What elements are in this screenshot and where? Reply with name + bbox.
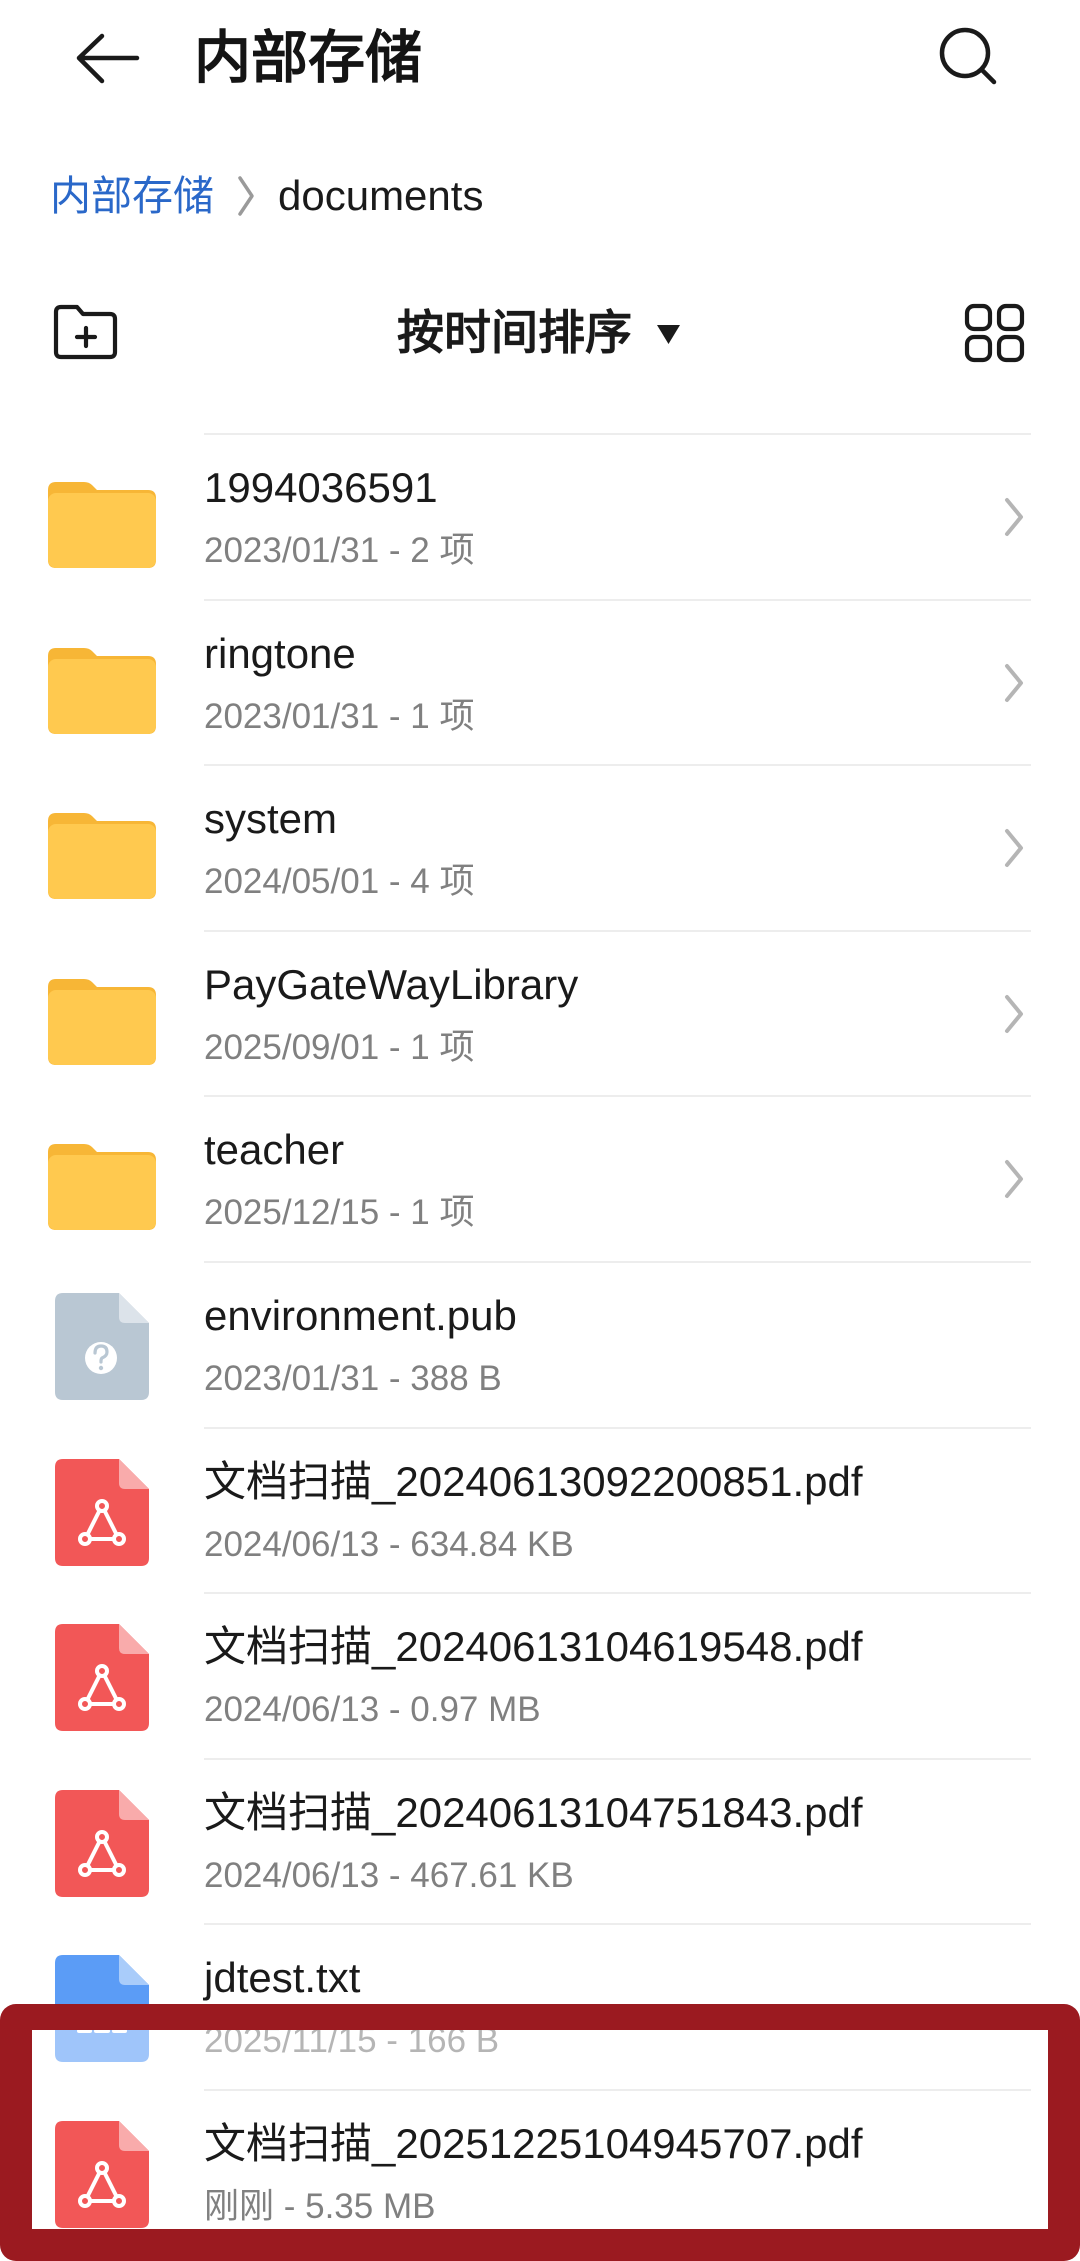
file-name: 文档扫描_20240613092200851.pdf (204, 1457, 863, 1505)
file-name: jdtest.txt (204, 1954, 361, 2002)
file-meta: 2024/06/13 - 467.61 KB (204, 1855, 574, 1895)
file-list: 1994036591 2023/01/31 - 2 项 ringtone 2023/0… (0, 433, 1080, 2255)
file-meta: 2025/09/01 - 1 项 (204, 1027, 475, 1067)
file-meta: 2023/01/31 - 1 项 (204, 696, 475, 736)
row-divider (204, 1095, 1031, 1098)
folder-icon (48, 978, 156, 1065)
file-row[interactable]: 文档扫描_20240613092200851.pdf 2024/06/13 - 6… (0, 1426, 1080, 1593)
folder-row[interactable]: 1994036591 2023/01/31 - 2 项 (0, 433, 1080, 599)
file-row[interactable]: 文档扫描_20240613104751843.pdf 2024/06/13 - 4… (0, 1757, 1080, 1924)
folder-icon (48, 1144, 156, 1231)
file-name: teacher (204, 1126, 345, 1174)
chevron-right-icon (1005, 498, 1023, 536)
new-folder-icon (53, 304, 118, 360)
file-name: ringtone (204, 629, 356, 677)
row-divider (204, 764, 1031, 767)
file-row[interactable]: 文档扫描_20240613104619548.pdf 2024/06/13 - 0… (0, 1592, 1080, 1758)
pdf-file-icon (55, 1624, 149, 1732)
row-divider (204, 929, 1031, 932)
folder-row[interactable]: ringtone 2023/01/31 - 1 项 (0, 598, 1080, 765)
file-meta: 2025/12/15 - 1 项 (204, 1193, 475, 1233)
pdf-file-icon (55, 1789, 149, 1897)
chevron-right-icon (1005, 994, 1023, 1033)
file-meta: 刚刚 - 5.35 MB (204, 2186, 436, 2226)
sort-label: 按时间排序 (397, 306, 632, 359)
file-name: 1994036591 (204, 464, 438, 511)
row-divider (204, 433, 1031, 435)
row-divider (204, 1260, 1031, 1263)
sort-dropdown[interactable]: 按时间排序 (390, 293, 690, 373)
page-title: 内部存储 (194, 26, 422, 90)
grid-view-icon (964, 303, 1025, 363)
row-divider (204, 1757, 1031, 1760)
new-folder-button[interactable] (40, 290, 130, 376)
back-arrow-icon (76, 33, 140, 84)
row-divider (204, 1592, 1031, 1595)
row-divider (204, 1923, 1031, 1926)
file-row[interactable]: environment.pub 2023/01/31 - 388 B (0, 1260, 1080, 1427)
file-name: system (204, 795, 338, 843)
file-meta: 2024/05/01 - 4 项 (204, 862, 475, 902)
file-name: 文档扫描_20240613104751843.pdf (204, 1788, 863, 1836)
file-name: 文档扫描_20240613104619548.pdf (204, 1623, 863, 1671)
folder-row[interactable]: teacher 2025/12/15 - 1 项 (0, 1095, 1080, 1261)
row-divider (204, 2088, 1031, 2091)
folder-row[interactable]: PayGateWayLibrary 2025/09/01 - 1 项 (0, 929, 1080, 1096)
chevron-right-icon (1005, 829, 1023, 868)
file-name: PayGateWayLibrary (204, 960, 579, 1008)
row-divider (204, 1426, 1031, 1429)
breadcrumb-root[interactable]: 内部存储 (50, 166, 214, 226)
caret-down-icon (657, 325, 680, 344)
unknown-file-icon (55, 1292, 149, 1400)
folder-icon (48, 482, 156, 568)
chevron-right-icon (1005, 1160, 1023, 1199)
chevron-right-icon (238, 176, 254, 216)
pdf-file-icon (55, 1458, 149, 1566)
file-name: 文档扫描_20251225104945707.pdf (204, 2119, 863, 2167)
back-button[interactable] (62, 18, 154, 98)
row-divider (204, 598, 1031, 601)
file-row[interactable]: jdtest.txt 2025/11/15 - 166 B (0, 1923, 1080, 2089)
folder-icon (48, 813, 156, 900)
breadcrumb-current: documents (278, 172, 484, 219)
file-meta: 2024/06/13 - 0.97 MB (204, 1690, 541, 1730)
search-button[interactable] (928, 14, 1018, 104)
folder-row[interactable]: system 2024/05/01 - 4 项 (0, 764, 1080, 930)
file-row[interactable]: 文档扫描_20251225104945707.pdf 刚刚 - 5.35 MB (0, 2088, 1080, 2255)
search-icon (939, 27, 997, 85)
file-meta: 2023/01/31 - 2 项 (204, 531, 475, 570)
folder-icon (48, 647, 156, 734)
file-name: environment.pub (204, 1291, 517, 1339)
file-meta: 2023/01/31 - 388 B (204, 1358, 502, 1398)
view-toggle-button[interactable] (950, 290, 1040, 376)
file-meta: 2024/06/13 - 634.84 KB (204, 1524, 574, 1564)
file-meta: 2025/11/15 - 166 B (204, 2021, 500, 2061)
chevron-right-icon (1005, 663, 1023, 702)
text-file-icon (55, 1955, 149, 2063)
pdf-file-icon (55, 2120, 149, 2228)
